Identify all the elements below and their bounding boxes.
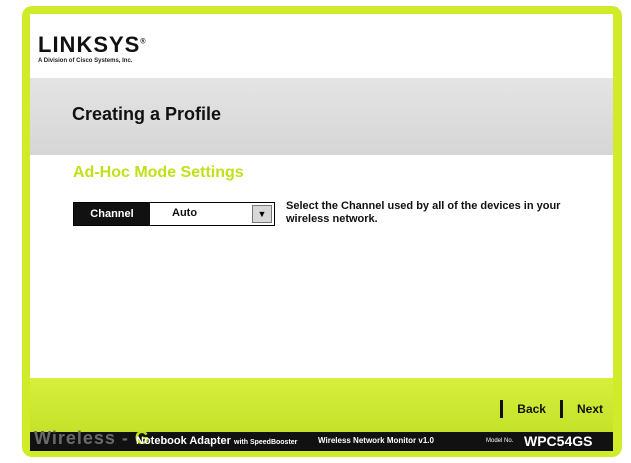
channel-help-text: Select the Channel used by all of the de… [286,200,561,225]
product-text: Notebook Adapter [136,435,231,447]
footer: Wireless - G Notebook Adapter with Speed… [30,428,613,451]
header: LINKSYS® A Division of Cisco Systems, In… [30,14,613,78]
next-button[interactable]: Next [577,402,603,416]
logo-text: LINKSYS [38,32,141,57]
brand-main: Wireless [34,428,116,448]
title-band: Creating a Profile [30,78,613,155]
back-button[interactable]: Back [517,402,546,416]
section-title: Ad-Hoc Mode Settings [73,164,244,181]
model-number: WPC54GS [524,433,593,449]
channel-select[interactable]: Auto ▼ [150,203,274,225]
product-name: Notebook Adapter with SpeedBooster [136,435,297,447]
wizard-panel: LINKSYS® A Division of Cisco Systems, In… [30,14,613,451]
linksys-logo: LINKSYS® [38,32,147,58]
model-no-label: Model No. [486,438,514,444]
navigation-bar: Back Next [30,378,613,432]
chevron-down-icon[interactable]: ▼ [252,205,272,223]
brand-dash: - [121,428,129,448]
brand-wordmark: Wireless - G [34,428,150,449]
product-suffix: with SpeedBooster [234,439,298,446]
separator [500,400,504,418]
logo-mark: ® [140,38,147,46]
logo-subtitle: A Division of Cisco Systems, Inc. [38,58,133,64]
monitor-version: Wireless Network Monitor v1.0 [318,436,434,445]
channel-label: Channel [74,203,150,225]
channel-value: Auto [172,207,198,219]
channel-field: Channel Auto ▼ [73,202,275,226]
page-title: Creating a Profile [72,104,222,124]
separator [559,400,563,418]
nav-buttons: Back Next [500,400,603,418]
